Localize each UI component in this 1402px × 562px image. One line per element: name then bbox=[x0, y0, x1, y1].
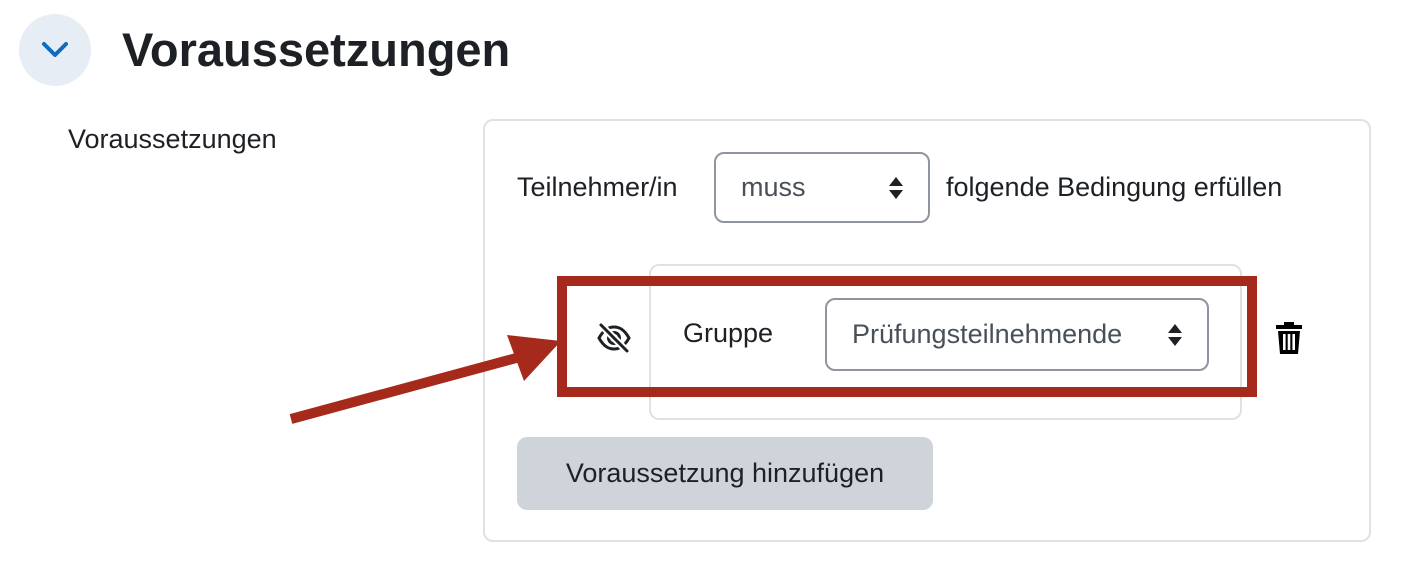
eye-slash-icon bbox=[597, 322, 631, 354]
condition-label: folgende Bedingung erfüllen bbox=[946, 172, 1283, 202]
select-caret-icon bbox=[889, 176, 903, 199]
participant-label: Teilnehmer/in bbox=[517, 172, 678, 202]
chevron-down-icon bbox=[42, 42, 68, 57]
group-select-value: Prüfungsteilnehmende bbox=[852, 319, 1123, 349]
must-select-value: muss bbox=[741, 172, 806, 202]
restrictions-field-label: Voraussetzungen bbox=[68, 124, 277, 154]
delete-condition-button[interactable] bbox=[1275, 321, 1303, 355]
group-select[interactable]: Prüfungsteilnehmende bbox=[825, 298, 1209, 371]
condition-divider bbox=[649, 289, 651, 396]
select-caret-icon bbox=[1168, 323, 1182, 346]
trash-icon bbox=[1276, 322, 1302, 354]
add-restriction-button[interactable]: Voraussetzung hinzufügen bbox=[517, 437, 933, 510]
collapse-section-button[interactable] bbox=[19, 14, 91, 86]
section-title: Voraussetzungen bbox=[122, 23, 511, 76]
condition-type-label: Gruppe bbox=[683, 318, 774, 348]
visibility-toggle-button[interactable] bbox=[596, 322, 632, 354]
must-select[interactable]: muss bbox=[714, 152, 930, 223]
